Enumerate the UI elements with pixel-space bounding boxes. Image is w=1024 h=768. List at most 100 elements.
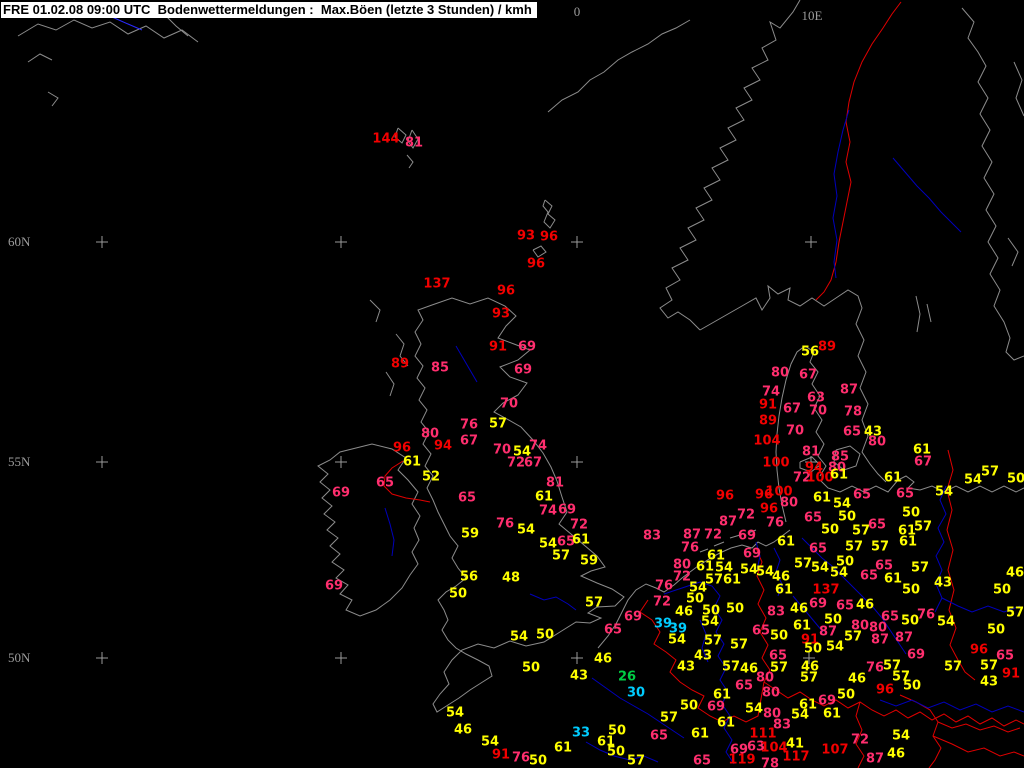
station-value: 87 xyxy=(839,382,859,398)
station-value: 46 xyxy=(789,601,809,617)
station-value: 43 xyxy=(569,668,589,684)
station-value: 76 xyxy=(495,516,515,532)
station-value: 87 xyxy=(865,751,885,767)
station-value: 80 xyxy=(755,670,775,686)
station-value: 54 xyxy=(516,522,536,538)
station-value: 46 xyxy=(593,651,613,667)
station-value: 69 xyxy=(324,578,344,594)
station-value: 50 xyxy=(986,622,1006,638)
station-value: 78 xyxy=(760,756,780,768)
station-value: 69 xyxy=(808,596,828,612)
grid-cross xyxy=(96,236,108,248)
station-value: 65 xyxy=(649,728,669,744)
grid-cross xyxy=(96,456,108,468)
station-value: 61 xyxy=(776,534,796,550)
station-value: 57 xyxy=(793,556,813,572)
lon-label: 0 xyxy=(573,4,581,19)
station-value: 61 xyxy=(792,618,812,634)
weather-map: FRE 01.02.08 09:00 UTC Bodenwettermeldun… xyxy=(0,0,1024,768)
station-value: 81 xyxy=(404,135,424,151)
station-value: 72 xyxy=(569,517,589,533)
station-value: 65 xyxy=(880,609,900,625)
station-value: 78 xyxy=(843,404,863,420)
station-value: 69 xyxy=(513,362,533,378)
station-value: 76 xyxy=(680,540,700,556)
station-value: 50 xyxy=(607,723,627,739)
station-value: 65 xyxy=(734,678,754,694)
station-value: 96 xyxy=(539,229,559,245)
station-value: 70 xyxy=(499,396,519,412)
station-value: 43 xyxy=(933,575,953,591)
station-value: 50 xyxy=(1006,471,1024,487)
station-value: 67 xyxy=(523,455,543,471)
station-value: 57 xyxy=(729,637,749,653)
station-value: 57 xyxy=(980,464,1000,480)
station-value: 54 xyxy=(509,629,529,645)
station-value: 80 xyxy=(761,685,781,701)
station-value: 83 xyxy=(642,528,662,544)
station-value: 61 xyxy=(534,489,554,505)
station-value: 81 xyxy=(801,444,821,460)
grid-cross xyxy=(335,652,347,664)
station-value: 61 xyxy=(812,490,832,506)
station-value: 117 xyxy=(782,749,810,765)
station-value: 57 xyxy=(626,753,646,768)
map-title: FRE 01.02.08 09:00 UTC Bodenwettermeldun… xyxy=(1,2,537,18)
station-value: 94 xyxy=(433,438,453,454)
station-value: 65 xyxy=(867,517,887,533)
station-value: 61 xyxy=(690,726,710,742)
station-value: 50 xyxy=(528,753,548,768)
station-value: 50 xyxy=(606,744,626,760)
station-value: 54 xyxy=(963,472,983,488)
station-value: 80 xyxy=(867,434,887,450)
station-value: 61 xyxy=(883,571,903,587)
grid-cross xyxy=(335,456,347,468)
station-value: 65 xyxy=(995,648,1015,664)
station-value: 72 xyxy=(506,455,526,471)
station-value: 72 xyxy=(652,594,672,610)
station-value: 96 xyxy=(526,256,546,272)
station-value: 89 xyxy=(758,413,778,429)
station-value: 57 xyxy=(703,633,723,649)
station-value: 57 xyxy=(1005,605,1024,621)
station-value: 57 xyxy=(551,548,571,564)
station-value: 54 xyxy=(891,728,911,744)
station-value: 54 xyxy=(790,707,810,723)
station-value: 57 xyxy=(704,572,724,588)
station-value: 91 xyxy=(758,397,778,413)
station-value: 50 xyxy=(901,505,921,521)
station-value: 46 xyxy=(674,604,694,620)
station-value: 72 xyxy=(850,732,870,748)
station-value: 57 xyxy=(910,560,930,576)
station-value: 72 xyxy=(736,507,756,523)
station-value: 65 xyxy=(808,541,828,557)
station-value: 76 xyxy=(765,515,785,531)
station-value: 61 xyxy=(553,740,573,756)
station-value: 50 xyxy=(448,586,468,602)
grid-cross xyxy=(335,236,347,248)
station-value: 74 xyxy=(538,503,558,519)
station-value: 91 xyxy=(488,339,508,355)
station-value: 54 xyxy=(700,614,720,630)
station-value: 52 xyxy=(421,469,441,485)
station-value: 137 xyxy=(423,276,451,292)
station-value: 72 xyxy=(703,527,723,543)
station-value: 91 xyxy=(491,747,511,763)
station-value: 50 xyxy=(902,678,922,694)
station-value: 57 xyxy=(913,519,933,535)
station-value: 50 xyxy=(725,601,745,617)
station-value: 70 xyxy=(785,423,805,439)
station-value: 81 xyxy=(545,475,565,491)
station-value: 57 xyxy=(943,659,963,675)
station-value: 89 xyxy=(817,339,837,355)
station-value: 46 xyxy=(855,597,875,613)
grid-cross xyxy=(805,236,817,248)
station-value: 69 xyxy=(737,528,757,544)
station-value: 69 xyxy=(331,485,351,501)
station-value: 30 xyxy=(626,685,646,701)
station-value: 61 xyxy=(829,467,849,483)
grid-cross xyxy=(96,652,108,664)
station-value: 57 xyxy=(799,670,819,686)
station-value: 96 xyxy=(715,488,735,504)
station-value: 69 xyxy=(517,339,537,355)
